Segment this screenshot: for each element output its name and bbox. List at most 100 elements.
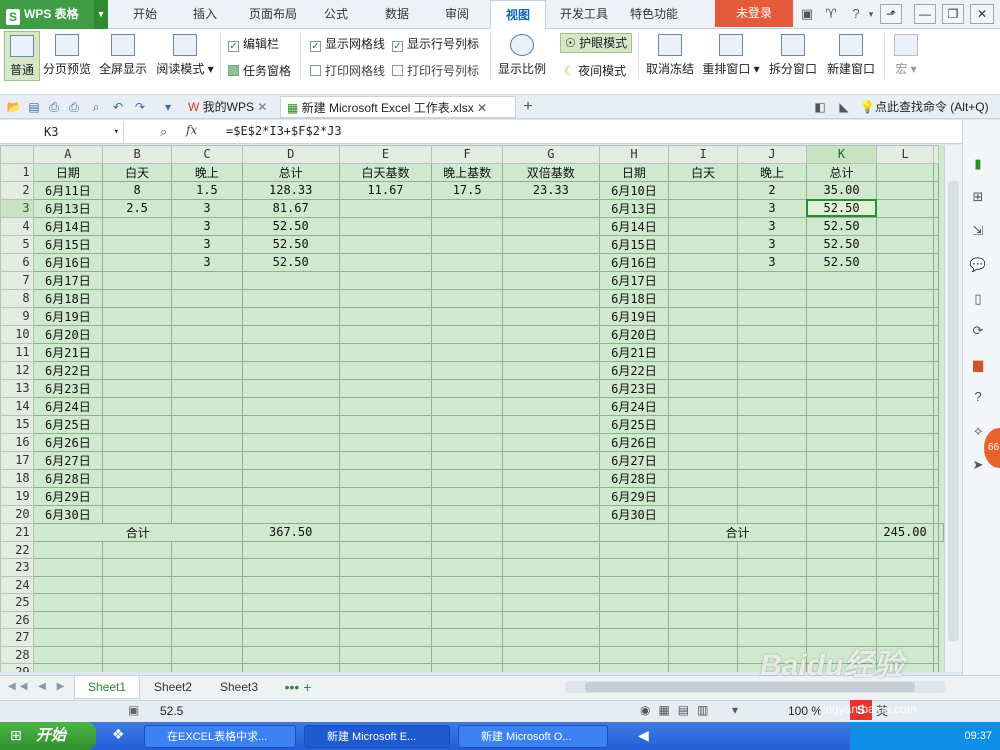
cell-A15[interactable]: 6月25日: [32, 414, 104, 434]
cell-I25[interactable]: [668, 593, 739, 612]
cell-B2[interactable]: 8: [102, 180, 173, 200]
macro-button[interactable]: 宏 ▾: [890, 31, 922, 81]
cell-J20[interactable]: [737, 504, 807, 524]
cell-extra[interactable]: [933, 180, 939, 200]
cell-C4[interactable]: 3: [171, 216, 243, 236]
row-header[interactable]: 22: [0, 540, 34, 559]
cell-F24[interactable]: [431, 575, 503, 594]
total-value-right[interactable]: 245.00: [876, 522, 934, 542]
task-pane-checkbox[interactable]: 任务窗格: [228, 62, 291, 80]
reading-mode-button[interactable]: 阅读模式 ▾: [154, 31, 216, 81]
cell-F1[interactable]: 晚上基数: [431, 162, 503, 182]
cell-H10[interactable]: 6月20日: [598, 324, 670, 344]
column-header-C[interactable]: C: [171, 145, 243, 164]
tab-developer[interactable]: 开发工具: [552, 0, 616, 29]
cell-G3[interactable]: [501, 198, 600, 218]
open-folder-icon[interactable]: 📂: [6, 99, 22, 115]
cell-I5[interactable]: [668, 234, 739, 254]
cell-I4[interactable]: [668, 216, 739, 236]
arrange-windows-button[interactable]: 重排窗口 ▾: [700, 31, 762, 81]
cell-A27[interactable]: [32, 628, 104, 647]
cell-J16[interactable]: [737, 432, 807, 452]
cell-C22[interactable]: [171, 540, 243, 559]
cell-H5[interactable]: 6月15日: [598, 234, 670, 254]
cell-D15[interactable]: [241, 414, 340, 434]
save-icon[interactable]: ▤: [26, 99, 42, 115]
cell-G9[interactable]: [501, 306, 600, 326]
cell-L18[interactable]: [876, 468, 934, 488]
cell-F10[interactable]: [431, 324, 503, 344]
print-headers-checkbox[interactable]: 打印行号列标: [392, 62, 479, 80]
cell-I9[interactable]: [668, 306, 739, 326]
cell-G15[interactable]: [501, 414, 600, 434]
cell-F7[interactable]: [431, 270, 503, 290]
cell-G28[interactable]: [501, 645, 600, 664]
cell-G23[interactable]: [501, 558, 600, 577]
cell-L13[interactable]: [876, 378, 934, 398]
cell-extra[interactable]: [933, 396, 939, 416]
close-button[interactable]: ✕: [970, 4, 994, 24]
cell-E15[interactable]: [338, 414, 433, 434]
cell-E13[interactable]: [338, 378, 433, 398]
cell-L14[interactable]: [876, 396, 934, 416]
cell-C14[interactable]: [171, 396, 243, 416]
cell-E17[interactable]: [338, 450, 433, 470]
cell-G16[interactable]: [501, 432, 600, 452]
cell-E8[interactable]: [338, 288, 433, 308]
minimize-button[interactable]: —: [914, 4, 936, 24]
backup-icon[interactable]: ⟳: [969, 322, 987, 340]
cell-I28[interactable]: [668, 645, 739, 664]
taskbar-nav-icon[interactable]: ◀: [638, 727, 649, 744]
unfreeze-button[interactable]: 取消冻结: [644, 31, 696, 81]
cell-B29[interactable]: [102, 663, 173, 672]
cell-C16[interactable]: [171, 432, 243, 452]
row-header[interactable]: 16: [0, 432, 34, 452]
cell-G29[interactable]: [501, 663, 600, 672]
row-header[interactable]: 28: [0, 645, 34, 664]
cell-A24[interactable]: [32, 575, 104, 594]
cell-L2[interactable]: [876, 180, 934, 200]
cell-B6[interactable]: [102, 252, 173, 272]
cell-D22[interactable]: [241, 540, 340, 559]
cell-extra[interactable]: [933, 432, 939, 452]
cell-A13[interactable]: 6月23日: [32, 378, 104, 398]
cell-D9[interactable]: [241, 306, 340, 326]
restore-ribbon-icon[interactable]: ⬏: [880, 4, 902, 24]
cell-H23[interactable]: [598, 558, 670, 577]
cell-I11[interactable]: [668, 342, 739, 362]
cell-C5[interactable]: 3: [171, 234, 243, 254]
cell-K1[interactable]: 总计: [805, 162, 878, 182]
cell-extra[interactable]: [933, 252, 939, 272]
cell-A20[interactable]: 6月30日: [32, 504, 104, 524]
cell-F14[interactable]: [431, 396, 503, 416]
cell-K7[interactable]: [805, 270, 878, 290]
cell-D25[interactable]: [241, 593, 340, 612]
cell-L1[interactable]: [876, 162, 934, 182]
cell-H16[interactable]: 6月26日: [598, 432, 670, 452]
cell-G7[interactable]: [501, 270, 600, 290]
cell-C12[interactable]: [171, 360, 243, 380]
column-header-L[interactable]: L: [876, 145, 934, 164]
cell-L4[interactable]: [876, 216, 934, 236]
cell-D7[interactable]: [241, 270, 340, 290]
row-header[interactable]: 3: [0, 198, 34, 218]
column-header-H[interactable]: H: [598, 145, 670, 164]
cell-extra[interactable]: [933, 378, 939, 398]
column-header-D[interactable]: D: [241, 145, 340, 164]
tab-workbook[interactable]: ▦ 新建 Microsoft Excel 工作表.xlsx ✕: [280, 96, 516, 118]
cell-J3[interactable]: 3: [737, 198, 807, 218]
undo-icon[interactable]: ↶: [110, 99, 126, 115]
cell-A3[interactable]: 6月13日: [32, 198, 104, 218]
cell-extra[interactable]: [933, 593, 939, 612]
cell-empty[interactable]: [805, 522, 878, 542]
cell-D3[interactable]: 81.67: [241, 198, 340, 218]
task-browser[interactable]: 在EXCEL表格中求...: [144, 725, 296, 748]
cell-B10[interactable]: [102, 324, 173, 344]
cell-E22[interactable]: [338, 540, 433, 559]
cell-K17[interactable]: [805, 450, 878, 470]
cell-D23[interactable]: [241, 558, 340, 577]
cell-G27[interactable]: [501, 628, 600, 647]
cell-B12[interactable]: [102, 360, 173, 380]
new-window-button[interactable]: 新建窗口: [824, 31, 878, 81]
cell-K23[interactable]: [805, 558, 878, 577]
